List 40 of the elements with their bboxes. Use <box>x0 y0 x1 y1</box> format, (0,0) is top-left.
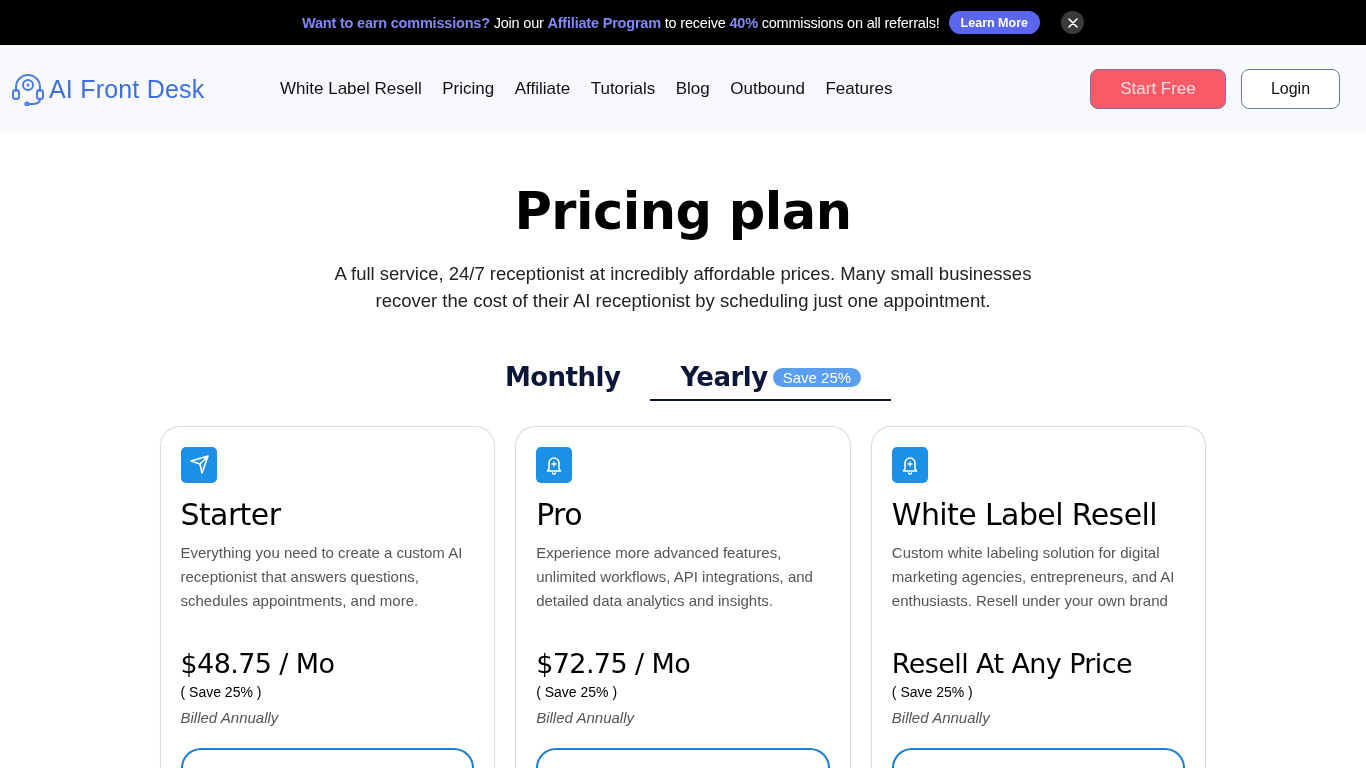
page-title: Pricing plan <box>514 182 852 242</box>
send-icon <box>180 447 217 483</box>
plan-name: Pro <box>536 497 583 533</box>
billing-note: Billed Annually <box>536 708 636 728</box>
plan-savings: ( Save 25% ) <box>536 683 619 702</box>
close-button[interactable] <box>1061 11 1084 34</box>
nav-link[interactable]: Pricing <box>442 79 495 99</box>
plan-description: Everything you need to create a custom AI receptionist that answers questions, schedules appointments, and more. <box>180 543 464 611</box>
billing-note: Billed Annually <box>180 708 280 728</box>
plan-button[interactable] <box>891 748 1186 768</box>
close-icon <box>1067 17 1078 28</box>
plan-button[interactable] <box>536 748 830 768</box>
plan-price: $72.75 / Mo <box>536 647 692 681</box>
nav-link[interactable]: Affiliate <box>514 79 571 99</box>
login-button[interactable]: Login <box>1241 69 1340 109</box>
billing-tab[interactable]: Monthly <box>474 359 651 401</box>
billing-note: Billed Annually <box>891 708 992 728</box>
save-badge: Save 25% <box>772 367 862 387</box>
nav-link[interactable]: Outbound <box>730 79 805 99</box>
plan-savings: ( Save 25% ) <box>180 683 263 702</box>
plan-savings: ( Save 25% ) <box>891 683 974 702</box>
learn-more-button[interactable]: Learn More <box>948 11 1040 34</box>
plan-description: Experience more advanced features, unlimited workflows, API integrations, and detailed data analytics and insights. <box>536 543 814 611</box>
plan-button[interactable] <box>180 748 475 768</box>
logo-text[interactable]: AI Front Desk <box>49 74 205 104</box>
plan-description: Custom white labeling solution for digital marketing agencies, entrepreneurs, and AI enthusiasts. Resell under your own brand <box>891 543 1176 611</box>
plan-name: White Label Resell <box>891 497 1158 533</box>
promo-message: Want to earn commissions? Join our Affiliate Program to receive 40% commissions on all referrals! <box>302 14 940 31</box>
nav-link[interactable]: White Label Resell <box>280 79 422 99</box>
bell-icon <box>536 447 573 483</box>
page-subtitle: A full service, 24/7 receptionist at incredibly affordable prices. Many small businesses recover the cost of their AI receptionist by scheduling just one appointment. <box>333 262 1033 313</box>
nav-link[interactable]: Tutorials <box>590 79 656 99</box>
nav-link[interactable]: Features <box>825 79 893 99</box>
bell-icon <box>891 447 928 483</box>
nav-link[interactable]: Blog <box>675 79 710 99</box>
plan-price: Resell At Any Price <box>891 647 1134 681</box>
plan-price: $48.75 / Mo <box>180 647 336 681</box>
billing-tab[interactable]: Yearly Save 25% <box>650 359 892 401</box>
headset-icon <box>11 72 45 106</box>
plan-name: Starter <box>180 497 282 533</box>
